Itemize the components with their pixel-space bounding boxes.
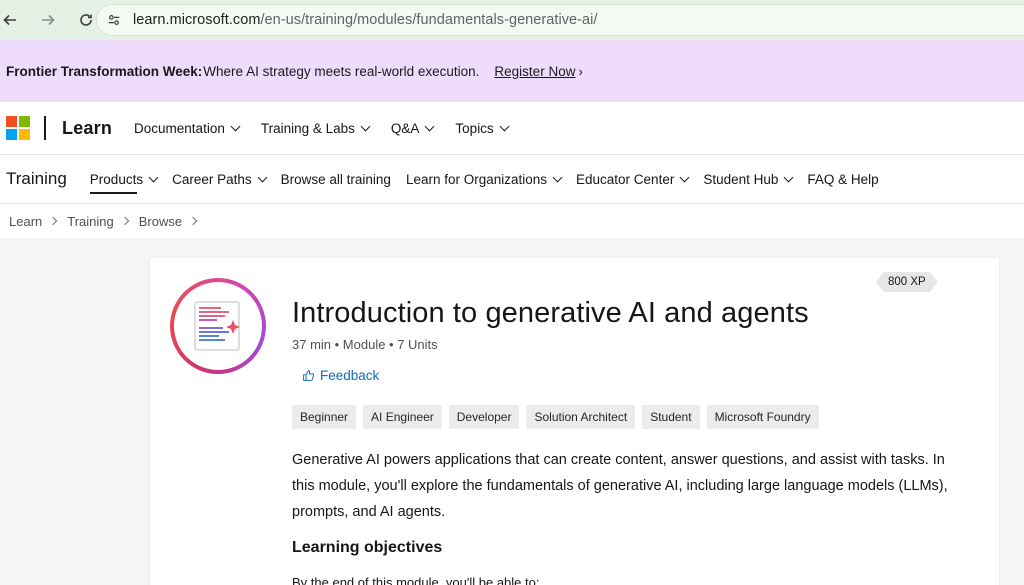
microsoft-logo[interactable] [6,116,30,140]
xp-badge: 800 XP [876,272,938,292]
page-title: Introduction to generative AI and agents [292,297,809,329]
tag-ai-engineer[interactable]: AI Engineer [363,405,442,429]
tag-beginner[interactable]: Beginner [292,405,357,429]
tag-solution-architect[interactable]: Solution Architect [526,405,636,429]
forward-button[interactable] [32,4,64,36]
tag-list: Beginner AI Engineer Developer Solution … [292,405,826,429]
breadcrumb-training[interactable]: Training [67,214,113,229]
chevron-down-icon [552,172,563,182]
chevron-right-icon: › [578,63,583,79]
register-now-link[interactable]: Register Now [494,64,575,79]
arrow-right-icon [42,14,55,26]
chevron-down-icon [360,121,371,131]
nav-topics[interactable]: Topics [455,120,510,136]
module-meta: 37 min • Module • 7 Units [292,337,438,352]
thumbs-up-icon [303,370,315,381]
tnav-products[interactable]: Products [89,167,159,194]
chevron-down-icon [257,172,268,182]
chevron-right-icon [120,216,129,226]
chevron-right-icon [49,216,58,226]
tag-developer[interactable]: Developer [448,405,520,429]
arrow-left-icon [3,14,16,26]
site-header: Learn Documentation Training & Labs Q&A … [0,102,1024,154]
chevron-down-icon [230,121,241,131]
promo-banner: Frontier Transformation Week: Where AI s… [0,40,1024,102]
breadcrumb: Learn Training Browse [0,204,1024,238]
breadcrumb-browse[interactable]: Browse [139,214,182,229]
back-button[interactable] [0,4,26,36]
document-sparkle-icon [194,301,240,351]
tnav-label: Products [89,171,144,187]
tnav-educator-center[interactable]: Educator Center [576,167,690,191]
browser-toolbar: learn.microsoft.com/en-us/training/modul… [0,0,1024,40]
chevron-down-icon [424,121,435,131]
feedback-label: Feedback [320,368,380,383]
module-description: Generative AI powers applications that c… [292,452,948,520]
tag-student[interactable]: Student [642,405,700,429]
breadcrumb-learn[interactable]: Learn [9,214,42,229]
chevron-down-icon [679,172,690,182]
nav-qa[interactable]: Q&A [390,120,435,136]
tnav-label: Student Hub [703,171,779,187]
url-path: /en-us/training/modules/fundamentals-gen… [260,12,598,28]
chevron-right-icon [188,216,198,226]
nav-label: Topics [455,120,494,136]
objectives-intro: By the end of this module, you'll be abl… [292,575,540,585]
nav-label: Documentation [134,120,225,136]
chevron-down-icon [783,172,794,182]
tnav-label: Learn for Organizations [405,171,548,187]
chevron-down-icon [499,121,510,131]
header-divider [44,116,46,140]
nav-training-labs[interactable]: Training & Labs [260,120,371,136]
tnav-faq-help[interactable]: FAQ & Help [807,167,878,191]
tnav-label: FAQ & Help [807,171,879,187]
objectives-heading: Learning objectives [292,539,443,556]
nav-label: Training & Labs [260,120,355,136]
url-text[interactable]: learn.microsoft.com/en-us/training/modul… [133,12,598,28]
tnav-label: Educator Center [576,171,675,187]
training-nav: Training Products Career Paths Browse al… [0,154,1024,204]
banner-headline: Frontier Transformation Week: [6,63,203,79]
site-settings-icon[interactable] [101,7,127,33]
header-nav: Documentation Training & Labs Q&A Topics [134,121,530,136]
url-domain: learn.microsoft.com [133,12,261,28]
learn-brand-link[interactable]: Learn [62,118,112,139]
module-card: 800 XP Introduction to generative AI and… [150,258,999,585]
module-badge-icon [170,278,266,374]
reload-icon [80,14,92,26]
tag-microsoft-foundry[interactable]: Microsoft Foundry [706,405,819,429]
chevron-down-icon [148,172,159,182]
tnav-learn-for-orgs[interactable]: Learn for Organizations [405,167,563,191]
tnav-career-paths[interactable]: Career Paths [172,167,268,191]
nav-label: Q&A [390,120,420,136]
banner-text: Where AI strategy meets real-world execu… [203,63,480,79]
training-title-link[interactable]: Training [6,169,67,189]
address-bar[interactable]: learn.microsoft.com/en-us/training/modul… [96,4,1024,36]
tnav-label: Browse all training [280,171,391,187]
tnav-student-hub[interactable]: Student Hub [703,167,794,191]
tnav-browse-all[interactable]: Browse all training [281,167,391,191]
feedback-button[interactable]: Feedback [302,368,379,383]
tnav-label: Career Paths [172,171,252,187]
nav-documentation[interactable]: Documentation [134,120,241,136]
